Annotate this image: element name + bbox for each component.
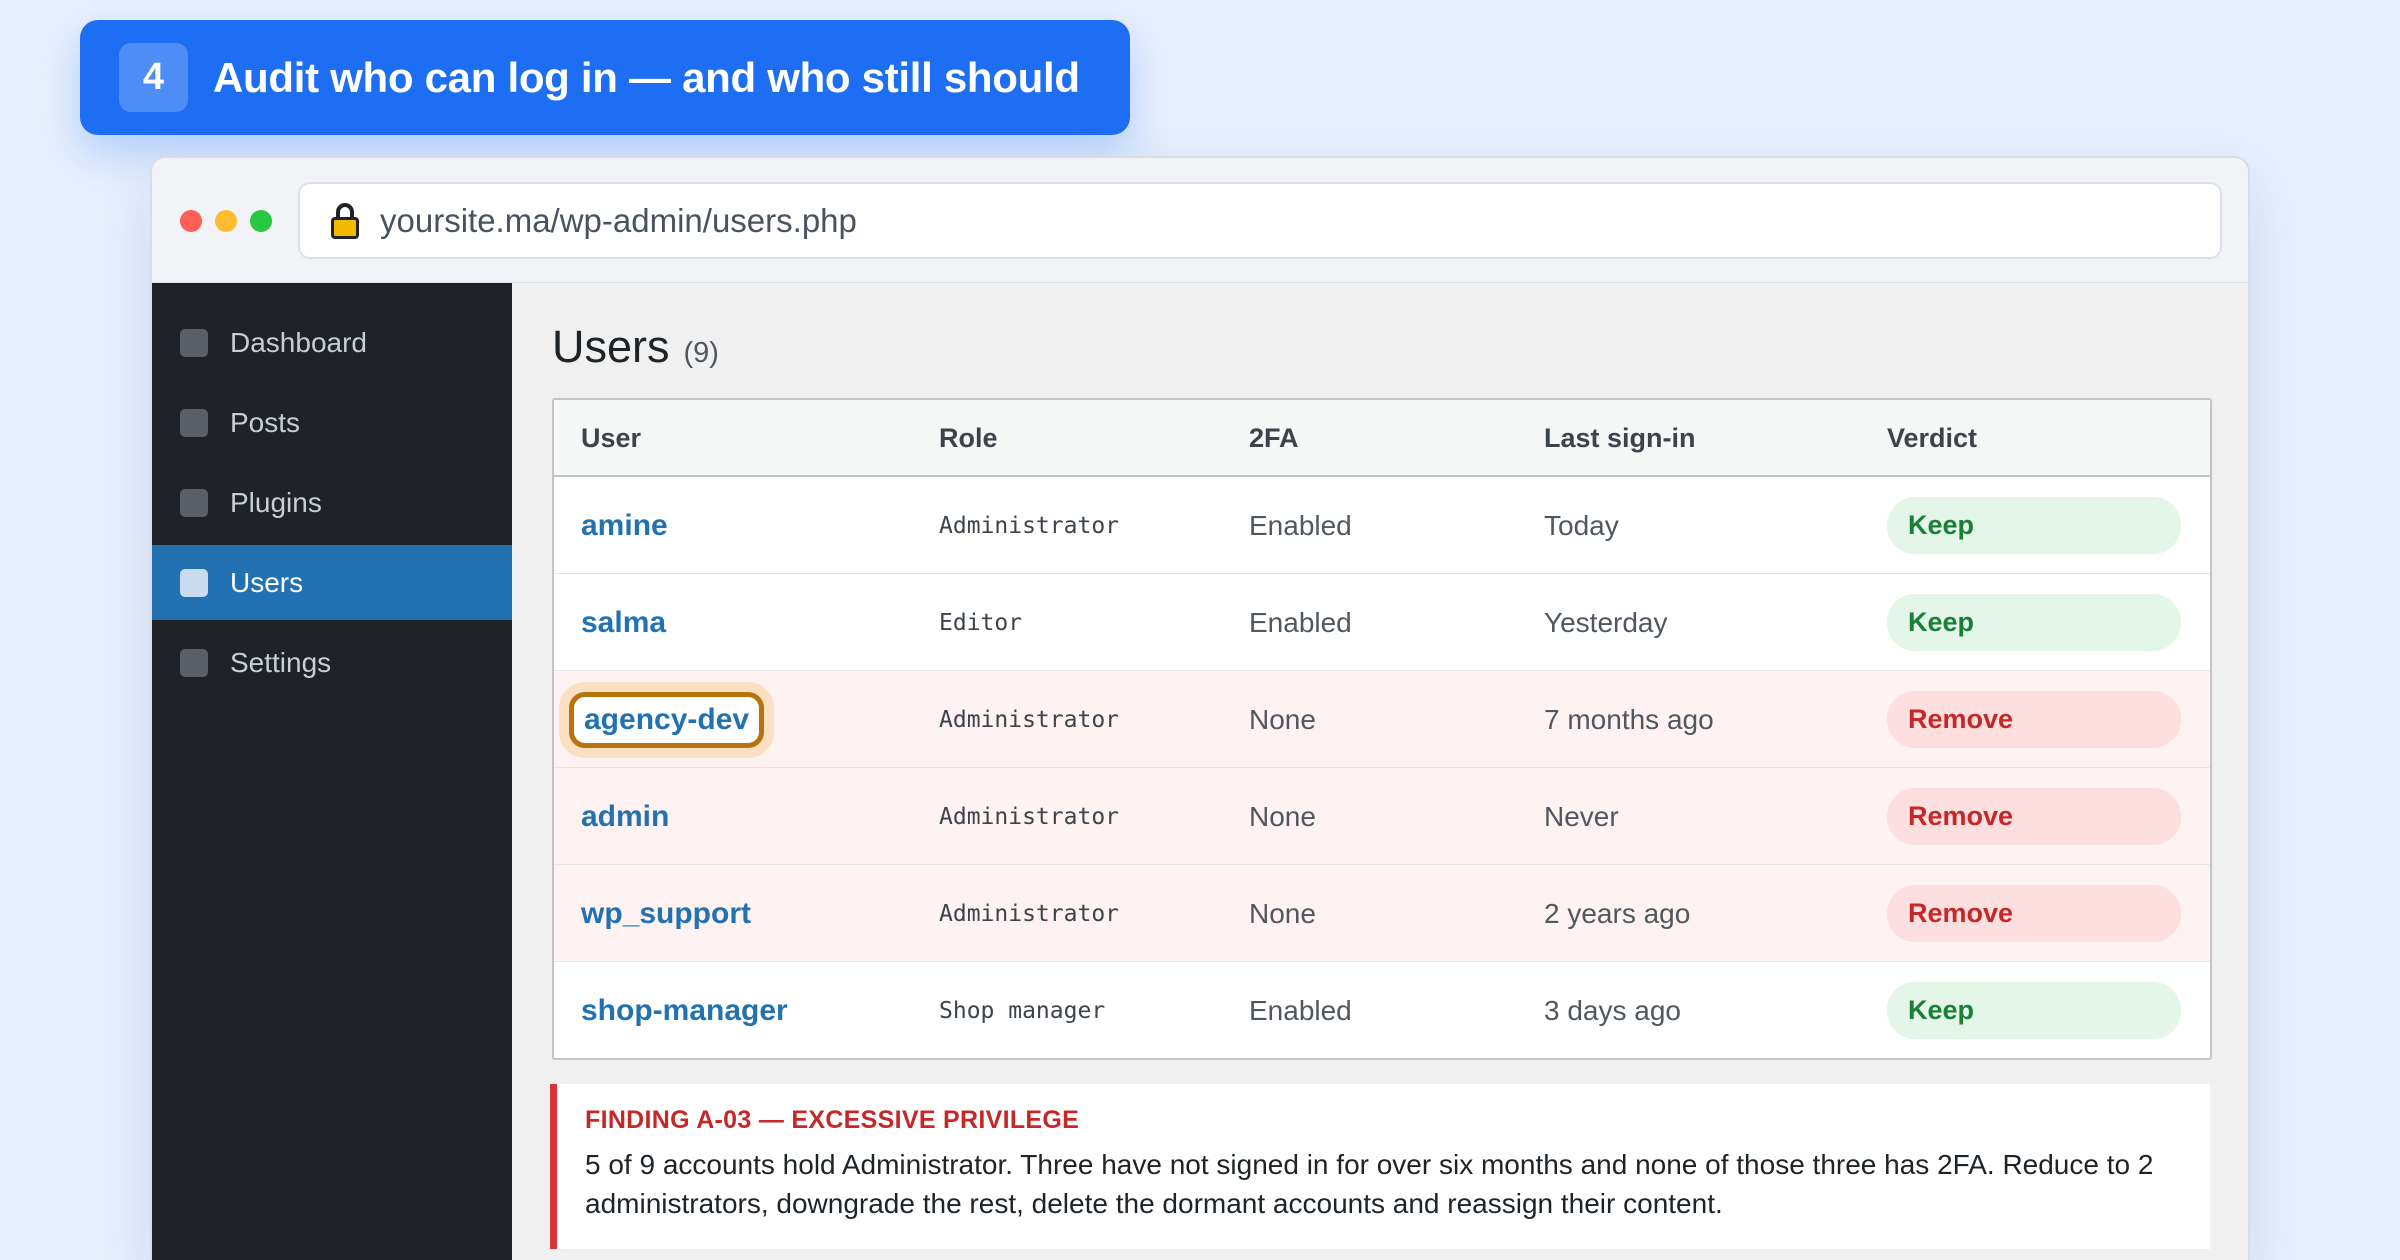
sidebar-item-plugins[interactable]: Plugins [152,465,512,540]
step-banner: 4 Audit who can log in — and who still s… [80,20,1130,135]
role-cell: Editor [939,609,1023,636]
last-sign-in-cell: Yesterday [1544,606,1668,638]
page-title: Users (9) [552,321,719,373]
role-cell: Administrator [939,900,1120,927]
sidebar-item-label: Dashboard [230,326,367,358]
username-link[interactable]: agency-dev [569,671,765,768]
last-sign-in-cell: 2 years ago [1544,897,1691,929]
role-cell: Administrator [939,706,1120,733]
users-table: User Role 2FA Last sign-in Verdict amine… [552,398,2212,1060]
finding-title: FINDING A-03 — EXCESSIVE PRIVILEGE [585,1106,1080,1134]
table-row: shop-manager Shop manager Enabled 3 days… [554,962,2210,1058]
username-link[interactable]: amine [581,477,668,574]
plugins-icon [180,488,208,517]
verdict-badge: Keep [1887,594,2181,651]
sidebar-item-users[interactable]: Users [152,545,512,620]
verdict-badge: Remove [1887,885,2181,942]
dashboard-icon [180,328,208,357]
table-row: admin Administrator None Never Remove [554,768,2210,865]
column-header-last-sign-in[interactable]: Last sign-in [1544,400,1696,477]
role-cell: Administrator [939,512,1120,539]
verdict-badge: Keep [1887,982,2181,1039]
sidebar-item-label: Settings [230,646,332,678]
twofa-cell: Enabled [1249,994,1352,1026]
twofa-cell: Enabled [1249,509,1352,541]
column-header-verdict: Verdict [1887,423,1978,453]
sidebar-item-label: Posts [230,406,301,438]
table-row: salma Editor Enabled Yesterday Keep [554,574,2210,671]
username-link[interactable]: wp_support [581,865,751,962]
highlighted-username[interactable]: agency-dev [569,691,765,748]
column-header-role[interactable]: Role [939,400,998,477]
address-bar[interactable]: yoursite.ma/wp-admin/users.php [298,182,2222,259]
step-number-badge: 4 [119,43,188,112]
column-header-user[interactable]: User [581,400,641,477]
sidebar-item-label: Users [230,566,304,598]
sidebar-item-settings[interactable]: Settings [152,625,512,700]
verdict-badge: Keep [1887,497,2181,554]
last-sign-in-cell: Today [1544,509,1619,541]
twofa-cell: None [1249,703,1316,735]
username-link[interactable]: shop-manager [581,962,788,1058]
sidebar-item-dashboard[interactable]: Dashboard [152,305,512,380]
step-title: Audit who can log in — and who still sho… [213,53,1080,101]
last-sign-in-cell: 3 days ago [1544,994,1681,1026]
column-header-2fa[interactable]: 2FA [1249,400,1299,477]
verdict-badge: Remove [1887,788,2181,845]
users-icon [180,568,208,597]
table-row: amine Administrator Enabled Today Keep [554,477,2210,574]
verdict-badge: Remove [1887,691,2181,748]
twofa-cell: None [1249,800,1316,832]
last-sign-in-cell: 7 months ago [1544,703,1714,735]
browser-titlebar: yoursite.ma/wp-admin/users.php [152,158,2248,283]
sidebar-item-label: Plugins [230,486,322,518]
last-sign-in-cell: Never [1544,800,1619,832]
table-header: User Role 2FA Last sign-in Verdict [554,400,2210,477]
page: 4 Audit who can log in — and who still s… [0,0,2400,1260]
url-text: yoursite.ma/wp-admin/users.php [380,201,857,239]
twofa-cell: Enabled [1249,606,1352,638]
finding-body: 5 of 9 accounts hold Administrator. Thre… [585,1149,2154,1219]
posts-icon [180,408,208,437]
admin-sidebar: Dashboard Posts Plugins Users Settings [152,283,512,1260]
role-cell: Administrator [939,803,1120,830]
close-window-dot[interactable] [180,210,202,232]
role-cell: Shop manager [939,997,1106,1024]
sidebar-item-posts[interactable]: Posts [152,385,512,460]
page-title-text: Users [552,321,670,372]
finding-callout: FINDING A-03 — EXCESSIVE PRIVILEGE 5 of … [550,1084,2210,1249]
table-row: agency-dev Administrator None 7 months a… [554,671,2210,768]
table-row: wp_support Administrator None 2 years ag… [554,865,2210,962]
twofa-cell: None [1249,897,1316,929]
lock-icon [330,202,360,239]
settings-icon [180,648,208,677]
username-link[interactable]: salma [581,574,666,671]
username-link[interactable]: admin [581,768,669,865]
minimize-window-dot[interactable] [215,210,237,232]
maximize-window-dot[interactable] [250,210,272,232]
user-count: (9) [683,337,719,369]
